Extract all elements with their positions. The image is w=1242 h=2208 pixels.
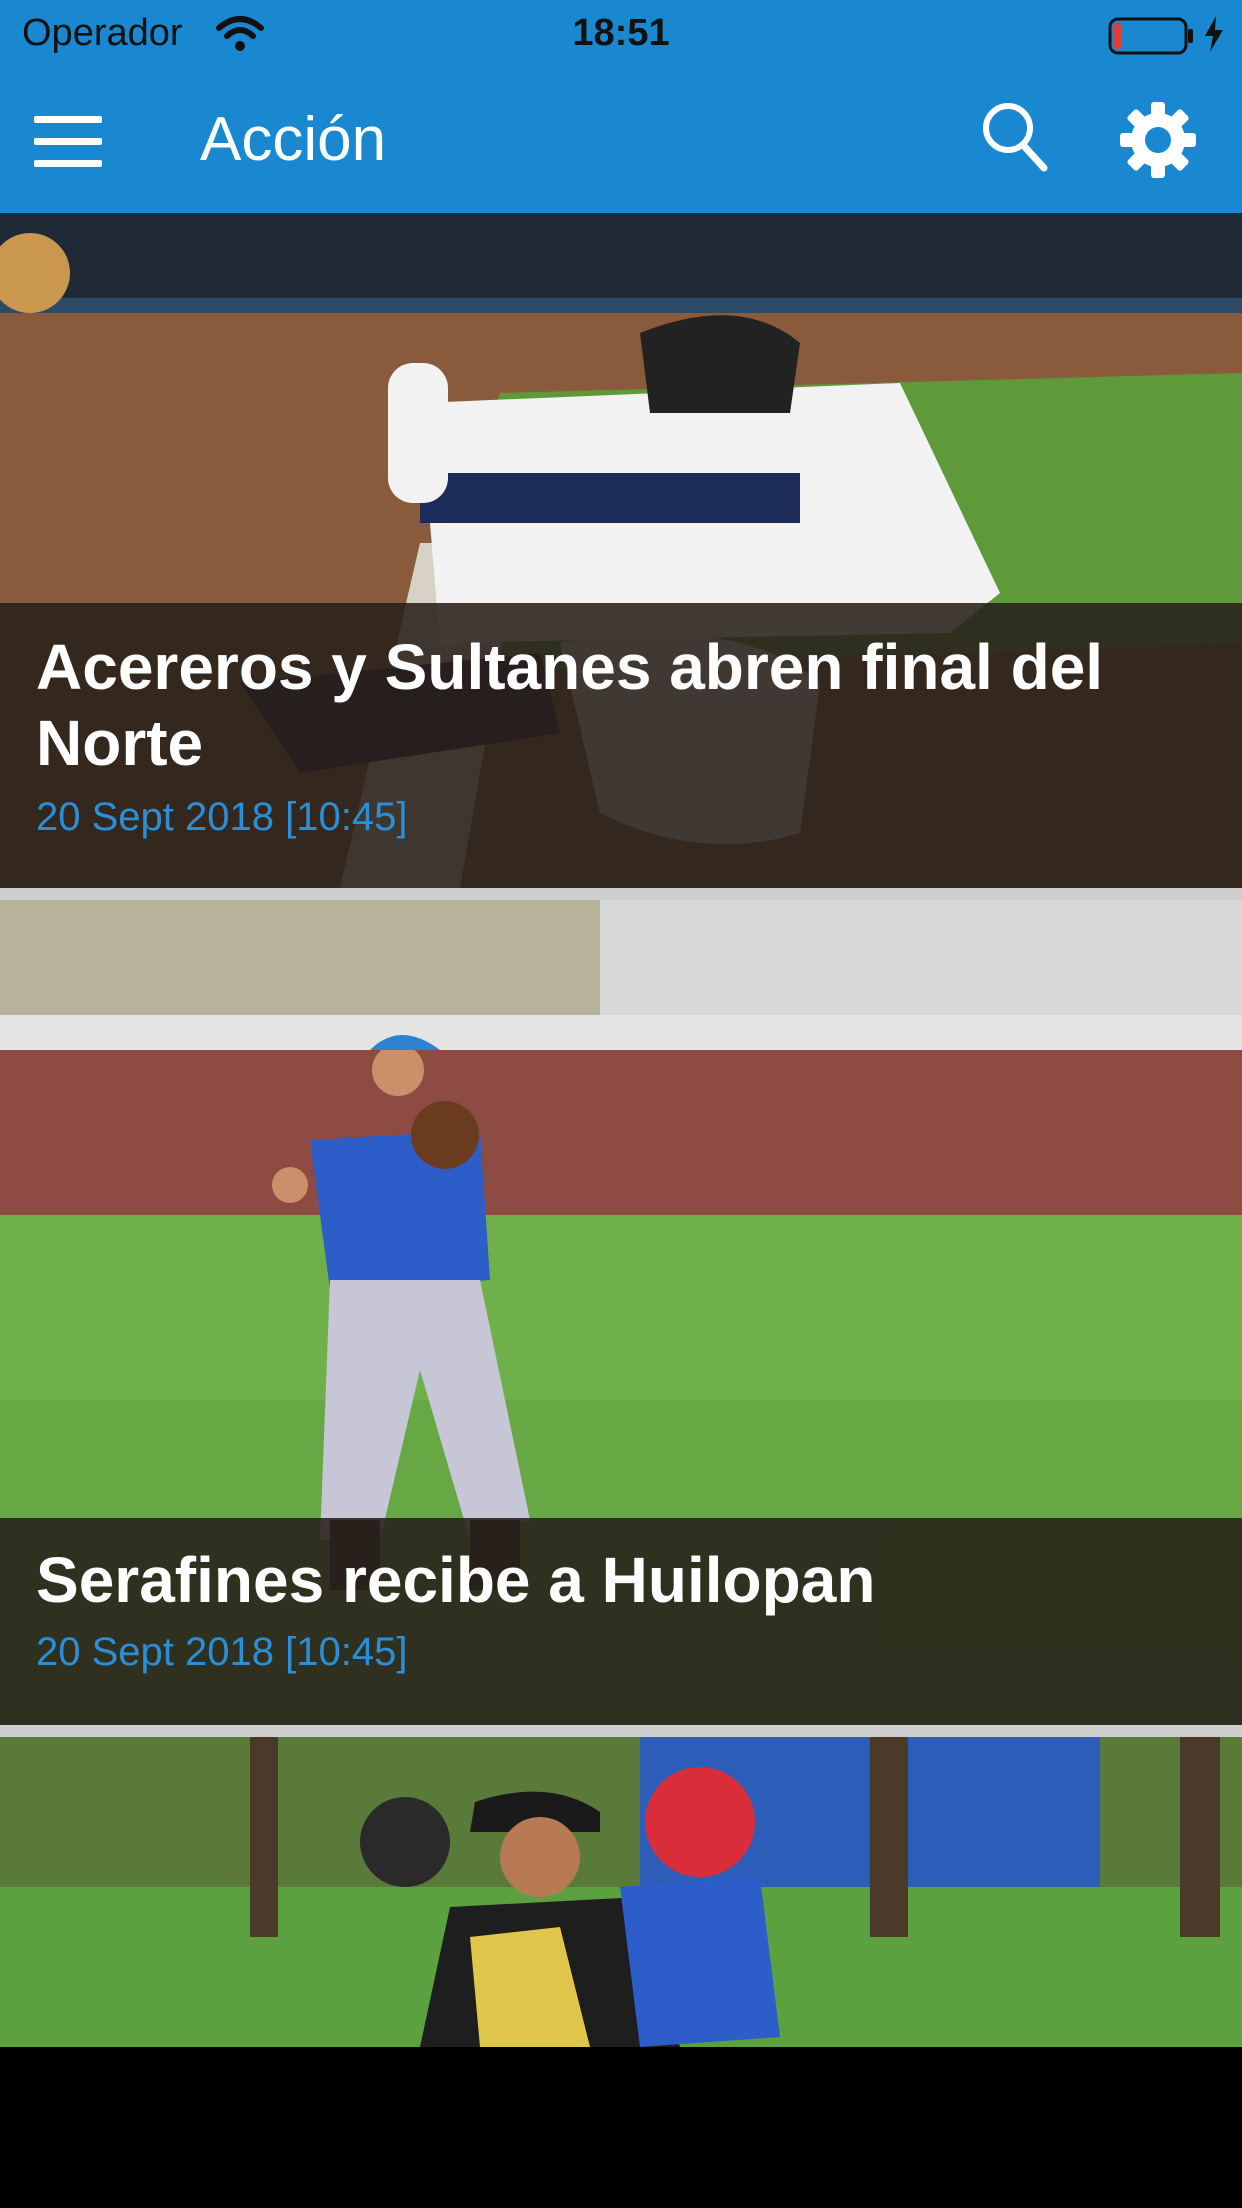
- status-bar: Operador 18:51: [0, 0, 1242, 70]
- card-divider: [0, 1725, 1242, 1737]
- hamburger-menu-icon[interactable]: [34, 116, 102, 168]
- news-card[interactable]: [0, 1737, 1242, 2047]
- clock: 18:51: [572, 12, 670, 54]
- youth-players-fielding-photo: [0, 1737, 1242, 2047]
- article-title: Acereros y Sultanes abren final del Nort…: [36, 631, 1104, 779]
- search-icon[interactable]: [980, 100, 1050, 176]
- navigation-bar: Acción: [0, 70, 1242, 213]
- page-title: Acción: [200, 105, 387, 174]
- card-divider: [0, 888, 1242, 900]
- article-date: 20 Sept 2018 [10:45]: [36, 1630, 408, 1674]
- gear-icon[interactable]: [1118, 100, 1198, 180]
- card-caption: Serafines recibe a Huilopan 20 Sept 2018…: [0, 1518, 1242, 1725]
- news-card[interactable]: Serafines recibe a Huilopan 20 Sept 2018…: [0, 900, 1242, 1725]
- charging-icon: [1202, 14, 1226, 59]
- battery-icon: [1108, 16, 1196, 61]
- article-title: Serafines recibe a Huilopan: [36, 1544, 876, 1616]
- news-card[interactable]: Acereros y Sultanes abren final del Nort…: [0, 213, 1242, 888]
- article-date: 20 Sept 2018 [10:45]: [36, 795, 408, 839]
- card-caption: Acereros y Sultanes abren final del Nort…: [0, 603, 1242, 888]
